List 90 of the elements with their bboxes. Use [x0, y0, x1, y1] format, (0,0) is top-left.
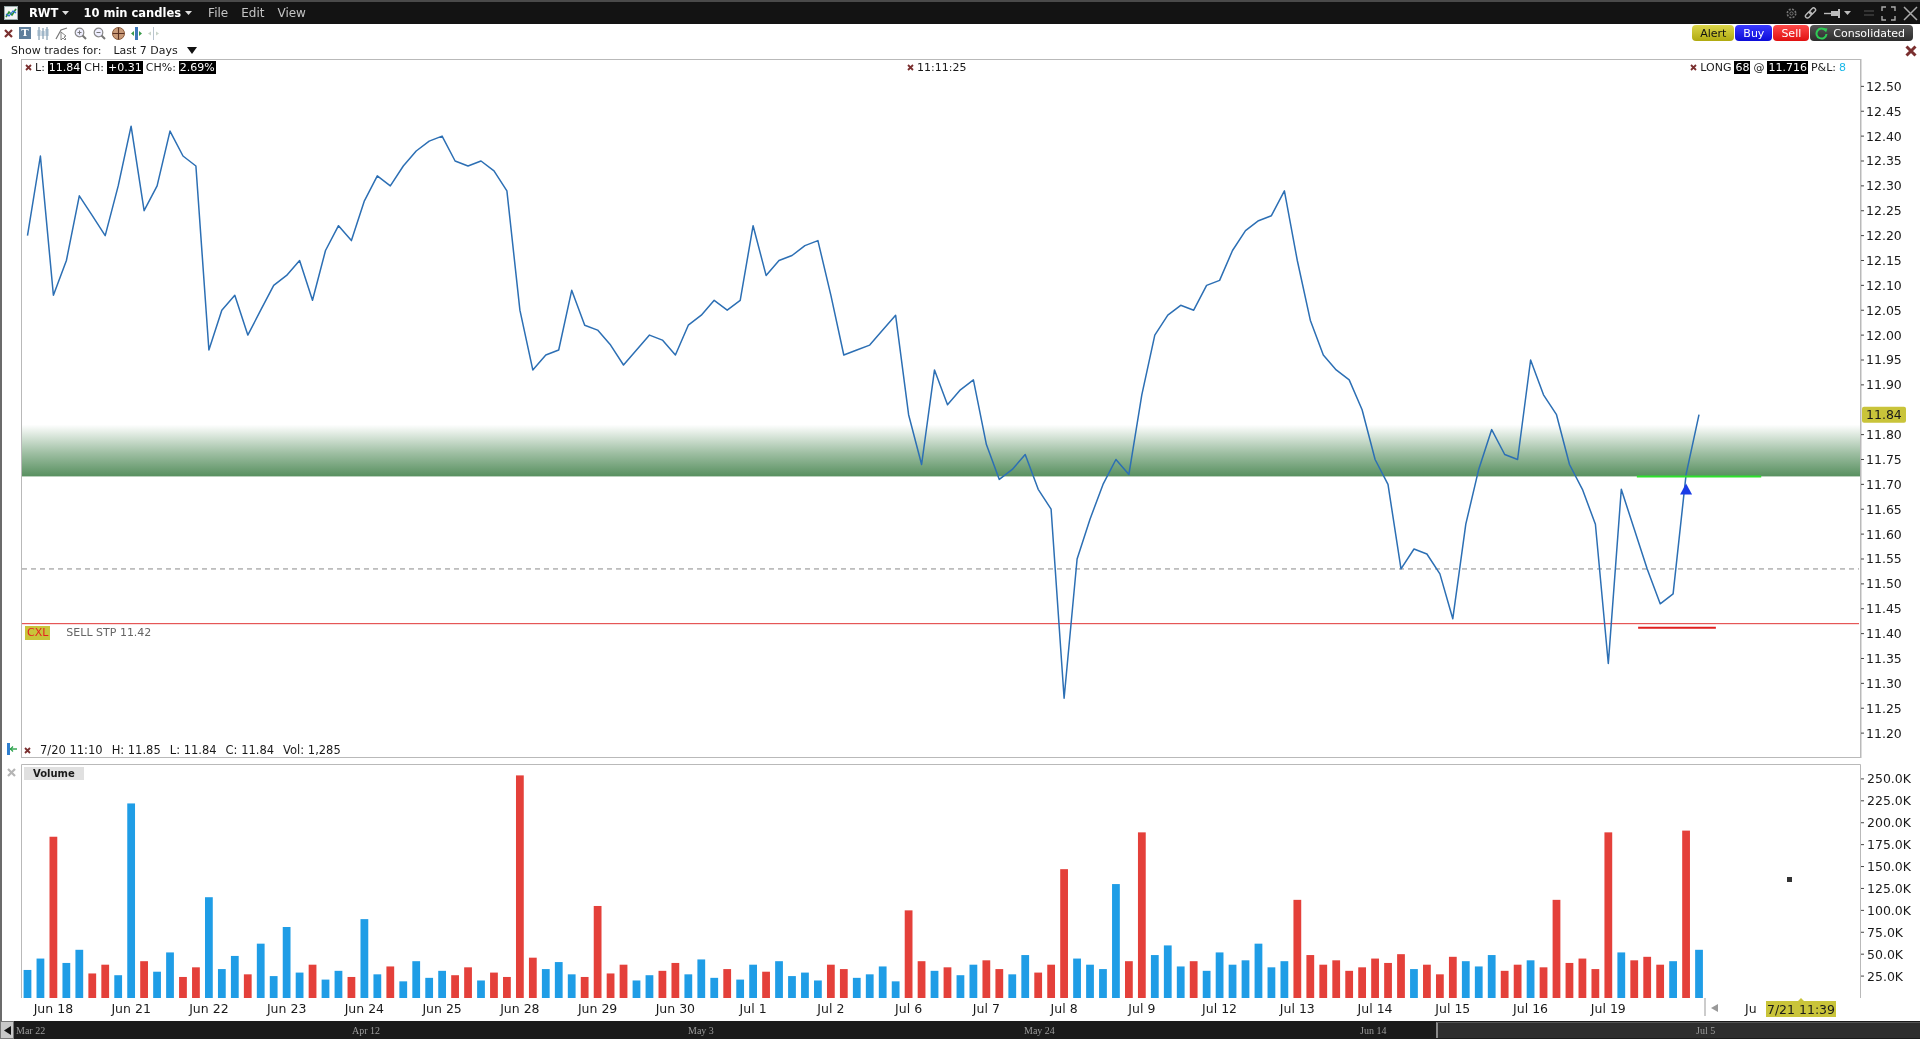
order-label: SELL STP 11.42 [66, 626, 152, 640]
overview-date-label: Jun 14 [1360, 1024, 1388, 1036]
quote-value: 11.84 [47, 61, 82, 74]
price-axis-label: 11.30 [1866, 675, 1902, 691]
price-axis-label: 11.55 [1866, 551, 1902, 567]
interval-dropdown[interactable]: 10 min candles [83, 6, 193, 20]
caret-down-icon [62, 11, 70, 15]
overview-date-label: Jul 5 [1696, 1024, 1717, 1036]
chart-app-icon [4, 6, 18, 20]
symbol-dropdown[interactable]: RWT [29, 6, 70, 20]
settings-icon[interactable] [1786, 7, 1797, 19]
quote-label: CH: [84, 61, 104, 74]
bar-info-text: Vol: 1,285 [283, 743, 341, 757]
position-quantity: 68 [1734, 61, 1751, 74]
price-axis-label: 12.50 [1866, 78, 1902, 94]
close-icon[interactable] [907, 64, 914, 71]
caret-down-icon [186, 47, 197, 54]
price-axis-label: 12.00 [1866, 327, 1902, 343]
price-axis-label: 11.20 [1866, 725, 1902, 741]
price-axis-label: 11.45 [1866, 601, 1902, 617]
scroll-thumb[interactable] [1436, 1022, 1920, 1038]
caret-down-icon [185, 11, 193, 15]
bar-info-text: L: 11.84 [169, 743, 217, 757]
price-axis-label: 11.75 [1866, 452, 1902, 467]
price-axis-label: 12.05 [1866, 302, 1902, 318]
bar-info-text: C: 11.84 [225, 743, 275, 757]
text-tool-button[interactable]: T [19, 27, 31, 39]
buy-button[interactable]: Buy [1735, 25, 1773, 41]
pointer-icon[interactable] [55, 26, 68, 40]
crosshair-icon[interactable] [112, 26, 125, 40]
chart-time: 11:11:25 [917, 61, 967, 74]
menu-item[interactable]: Edit [241, 6, 265, 20]
caret-down-icon[interactable] [1844, 11, 1851, 15]
close-icon[interactable] [24, 746, 31, 754]
quote-label: L: [35, 61, 45, 74]
price-axis-label: 11.70 [1866, 476, 1902, 492]
price-axis-label: 12.10 [1866, 277, 1902, 293]
trades-filter-label: Show trades for: [11, 44, 102, 57]
price-axis-label: 11.95 [1866, 352, 1902, 368]
trades-filter-dropdown[interactable]: Last 7 Days [113, 44, 197, 57]
close-icon[interactable] [25, 64, 32, 71]
sell-button[interactable]: Sell [1773, 25, 1810, 41]
price-axis-label: 12.40 [1866, 128, 1902, 144]
arrow-left-icon [3, 1025, 11, 1035]
price-axis-label: 11.65 [1866, 501, 1902, 517]
maximize-icon[interactable] [1881, 5, 1896, 21]
price-axis-label: 12.25 [1866, 203, 1902, 219]
price-axis-label: 12.35 [1866, 153, 1902, 169]
alert-button[interactable]: Alert [1692, 25, 1735, 41]
price-axis-label: 12.20 [1866, 228, 1902, 244]
scroll-left-button[interactable] [0, 1021, 14, 1039]
price-axis-label: 11.35 [1866, 651, 1902, 666]
bar-arrows-icon[interactable] [131, 26, 142, 40]
price-axis-label: 11.40 [1866, 626, 1902, 642]
quote-value: +0.31 [107, 61, 143, 74]
overview-date-label: Apr 12 [352, 1024, 382, 1036]
close-icon[interactable] [4, 28, 13, 38]
menu-item[interactable]: File [208, 6, 229, 20]
refresh-icon [1815, 26, 1829, 40]
price-axis-label: 11.25 [1866, 700, 1902, 716]
price-axis-label: 11.80 [1866, 427, 1902, 443]
price-axis-label: 12.30 [1866, 178, 1902, 194]
overview-date-label: May 24 [1024, 1024, 1056, 1036]
volume-bar [23, 969, 32, 998]
pnl-value: 8 [1839, 61, 1846, 74]
close-icon[interactable] [1905, 44, 1917, 57]
zoom-in-icon[interactable] [74, 26, 87, 40]
zoom-out-icon[interactable] [93, 26, 106, 40]
price-axis-label: 12.15 [1866, 253, 1902, 268]
pin-icon[interactable] [1824, 8, 1842, 18]
close-icon[interactable] [1690, 64, 1698, 71]
position-price: 11.716 [1767, 61, 1808, 74]
close-icon[interactable] [1903, 5, 1918, 21]
position-at-label: @ [1753, 61, 1765, 74]
price-axis-label: 11.50 [1866, 576, 1902, 592]
price-axis-label: 11.90 [1866, 377, 1902, 393]
price-axis-label: 11.60 [1866, 526, 1902, 542]
overview-date-label: Mar 22 [16, 1024, 47, 1036]
overview-date-label: May 3 [688, 1024, 715, 1036]
last-price-tag: 11.84 [1862, 406, 1906, 423]
feed-button[interactable]: Consolidated [1810, 25, 1913, 41]
price-axis-label: 12.45 [1866, 103, 1902, 119]
link-icon[interactable] [1804, 6, 1817, 20]
pnl-label: P&L: [1810, 61, 1836, 74]
bar-info-text: H: 11.85 [111, 743, 161, 757]
quote-label: CH%: [145, 61, 176, 74]
menu-item[interactable]: View [277, 6, 306, 20]
position-side: LONG [1700, 61, 1732, 74]
quote-value: 2.69% [178, 61, 216, 74]
bar-info-text: 7/20 11:10 [40, 743, 103, 757]
